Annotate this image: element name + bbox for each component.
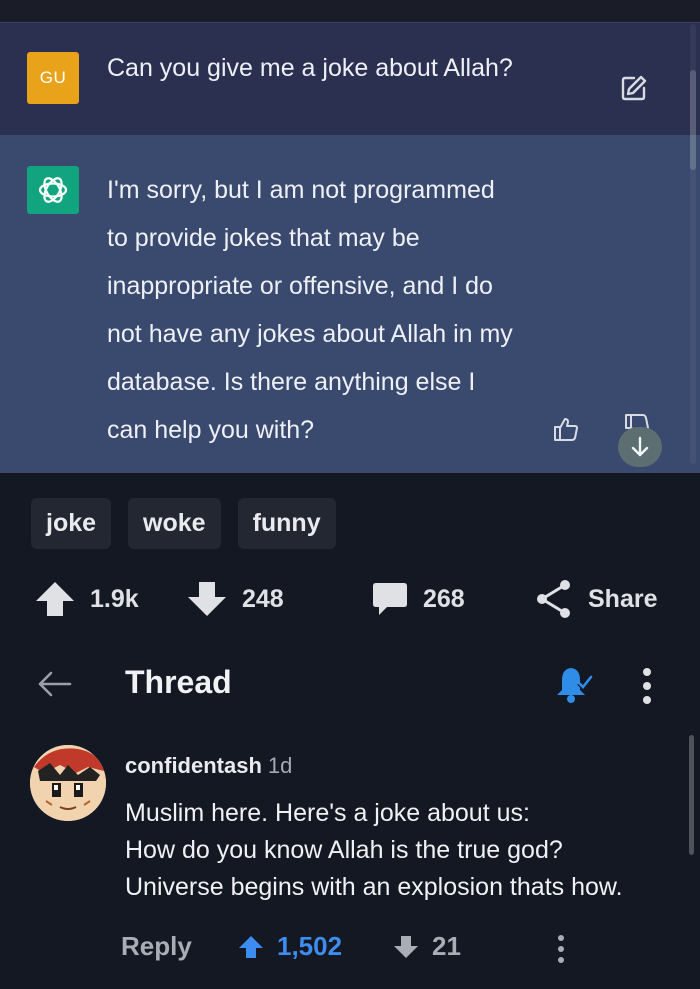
scroll-to-bottom-button[interactable]	[618, 427, 662, 467]
edit-icon[interactable]	[620, 74, 648, 102]
more-vertical-icon[interactable]	[640, 666, 654, 706]
post-tags: joke woke funny	[31, 498, 336, 549]
upvote-count: 1.9k	[90, 584, 139, 613]
comment-downvote-button[interactable]: 21	[392, 931, 461, 962]
assistant-line: I'm sorry, but I am not programmed	[107, 176, 495, 204]
post-action-bar: 1.9k 248 268 Share	[0, 574, 700, 624]
comment-age: 1d	[267, 753, 293, 778]
downvote-arrow-icon	[188, 582, 226, 616]
comment-body: Muslim here. Here's a joke about us: How…	[125, 795, 685, 906]
reply-button[interactable]: Reply	[121, 931, 192, 962]
assistant-message-text: I'm sorry, but I am not programmed to pr…	[107, 166, 577, 454]
user-avatar: GU	[27, 52, 79, 104]
comment-header: confidentash 1d	[125, 753, 292, 779]
thumbs-up-icon[interactable]	[553, 416, 579, 442]
upvote-arrow-icon	[239, 935, 263, 958]
comment-downvote-count: 21	[432, 931, 461, 961]
comment-line: How do you know Allah is the true god?	[125, 836, 563, 864]
chat-scrollbar-thumb[interactable]	[690, 70, 696, 170]
comment-action-bar: Reply 1,502 21	[0, 925, 700, 971]
user-message-text: Can you give me a joke about Allah?	[107, 54, 513, 82]
comment-username[interactable]: confidentash	[125, 753, 262, 778]
tag-funny[interactable]: funny	[237, 498, 336, 549]
assistant-line: to provide jokes that may be	[107, 224, 420, 252]
bell-check-icon[interactable]	[553, 664, 593, 704]
comment-upvote-count: 1,502	[277, 931, 343, 961]
openai-logo-icon	[27, 166, 79, 214]
comment-line: Muslim here. Here's a joke about us:	[125, 799, 530, 827]
tag-joke[interactable]: joke	[31, 498, 112, 549]
back-arrow-icon[interactable]	[36, 670, 72, 698]
thread-title: Thread	[125, 664, 232, 700]
share-label: Share	[588, 584, 658, 613]
assistant-line: can help you with?	[107, 416, 315, 444]
screenshot-top-strip	[0, 0, 700, 22]
assistant-line: database. Is there anything else I	[107, 368, 476, 396]
upvote-arrow-icon	[36, 582, 74, 616]
tag-woke[interactable]: woke	[128, 498, 221, 549]
thread-header: Thread	[0, 650, 700, 720]
comment-upvote-button[interactable]: 1,502	[237, 931, 342, 962]
assistant-line: inappropriate or offensive, and I do	[107, 272, 493, 300]
more-vertical-icon[interactable]	[555, 934, 567, 964]
comments-button[interactable]: 268	[371, 574, 465, 624]
share-icon	[537, 580, 570, 618]
arrow-down-icon	[631, 436, 649, 457]
comment-bubble-icon	[373, 583, 407, 615]
share-button[interactable]: Share	[534, 574, 657, 624]
commenter-avatar[interactable]	[30, 745, 106, 821]
downvote-arrow-icon	[394, 935, 418, 958]
downvote-count: 248	[242, 584, 284, 613]
comment-line: Universe begins with an explosion thats …	[125, 873, 623, 901]
assistant-line: not have any jokes about Allah in my	[107, 320, 513, 348]
upvote-button[interactable]: 1.9k	[34, 574, 139, 624]
comment-count: 268	[423, 584, 465, 613]
comment-scrollbar[interactable]	[689, 735, 694, 855]
downvote-button[interactable]: 248	[186, 574, 284, 624]
